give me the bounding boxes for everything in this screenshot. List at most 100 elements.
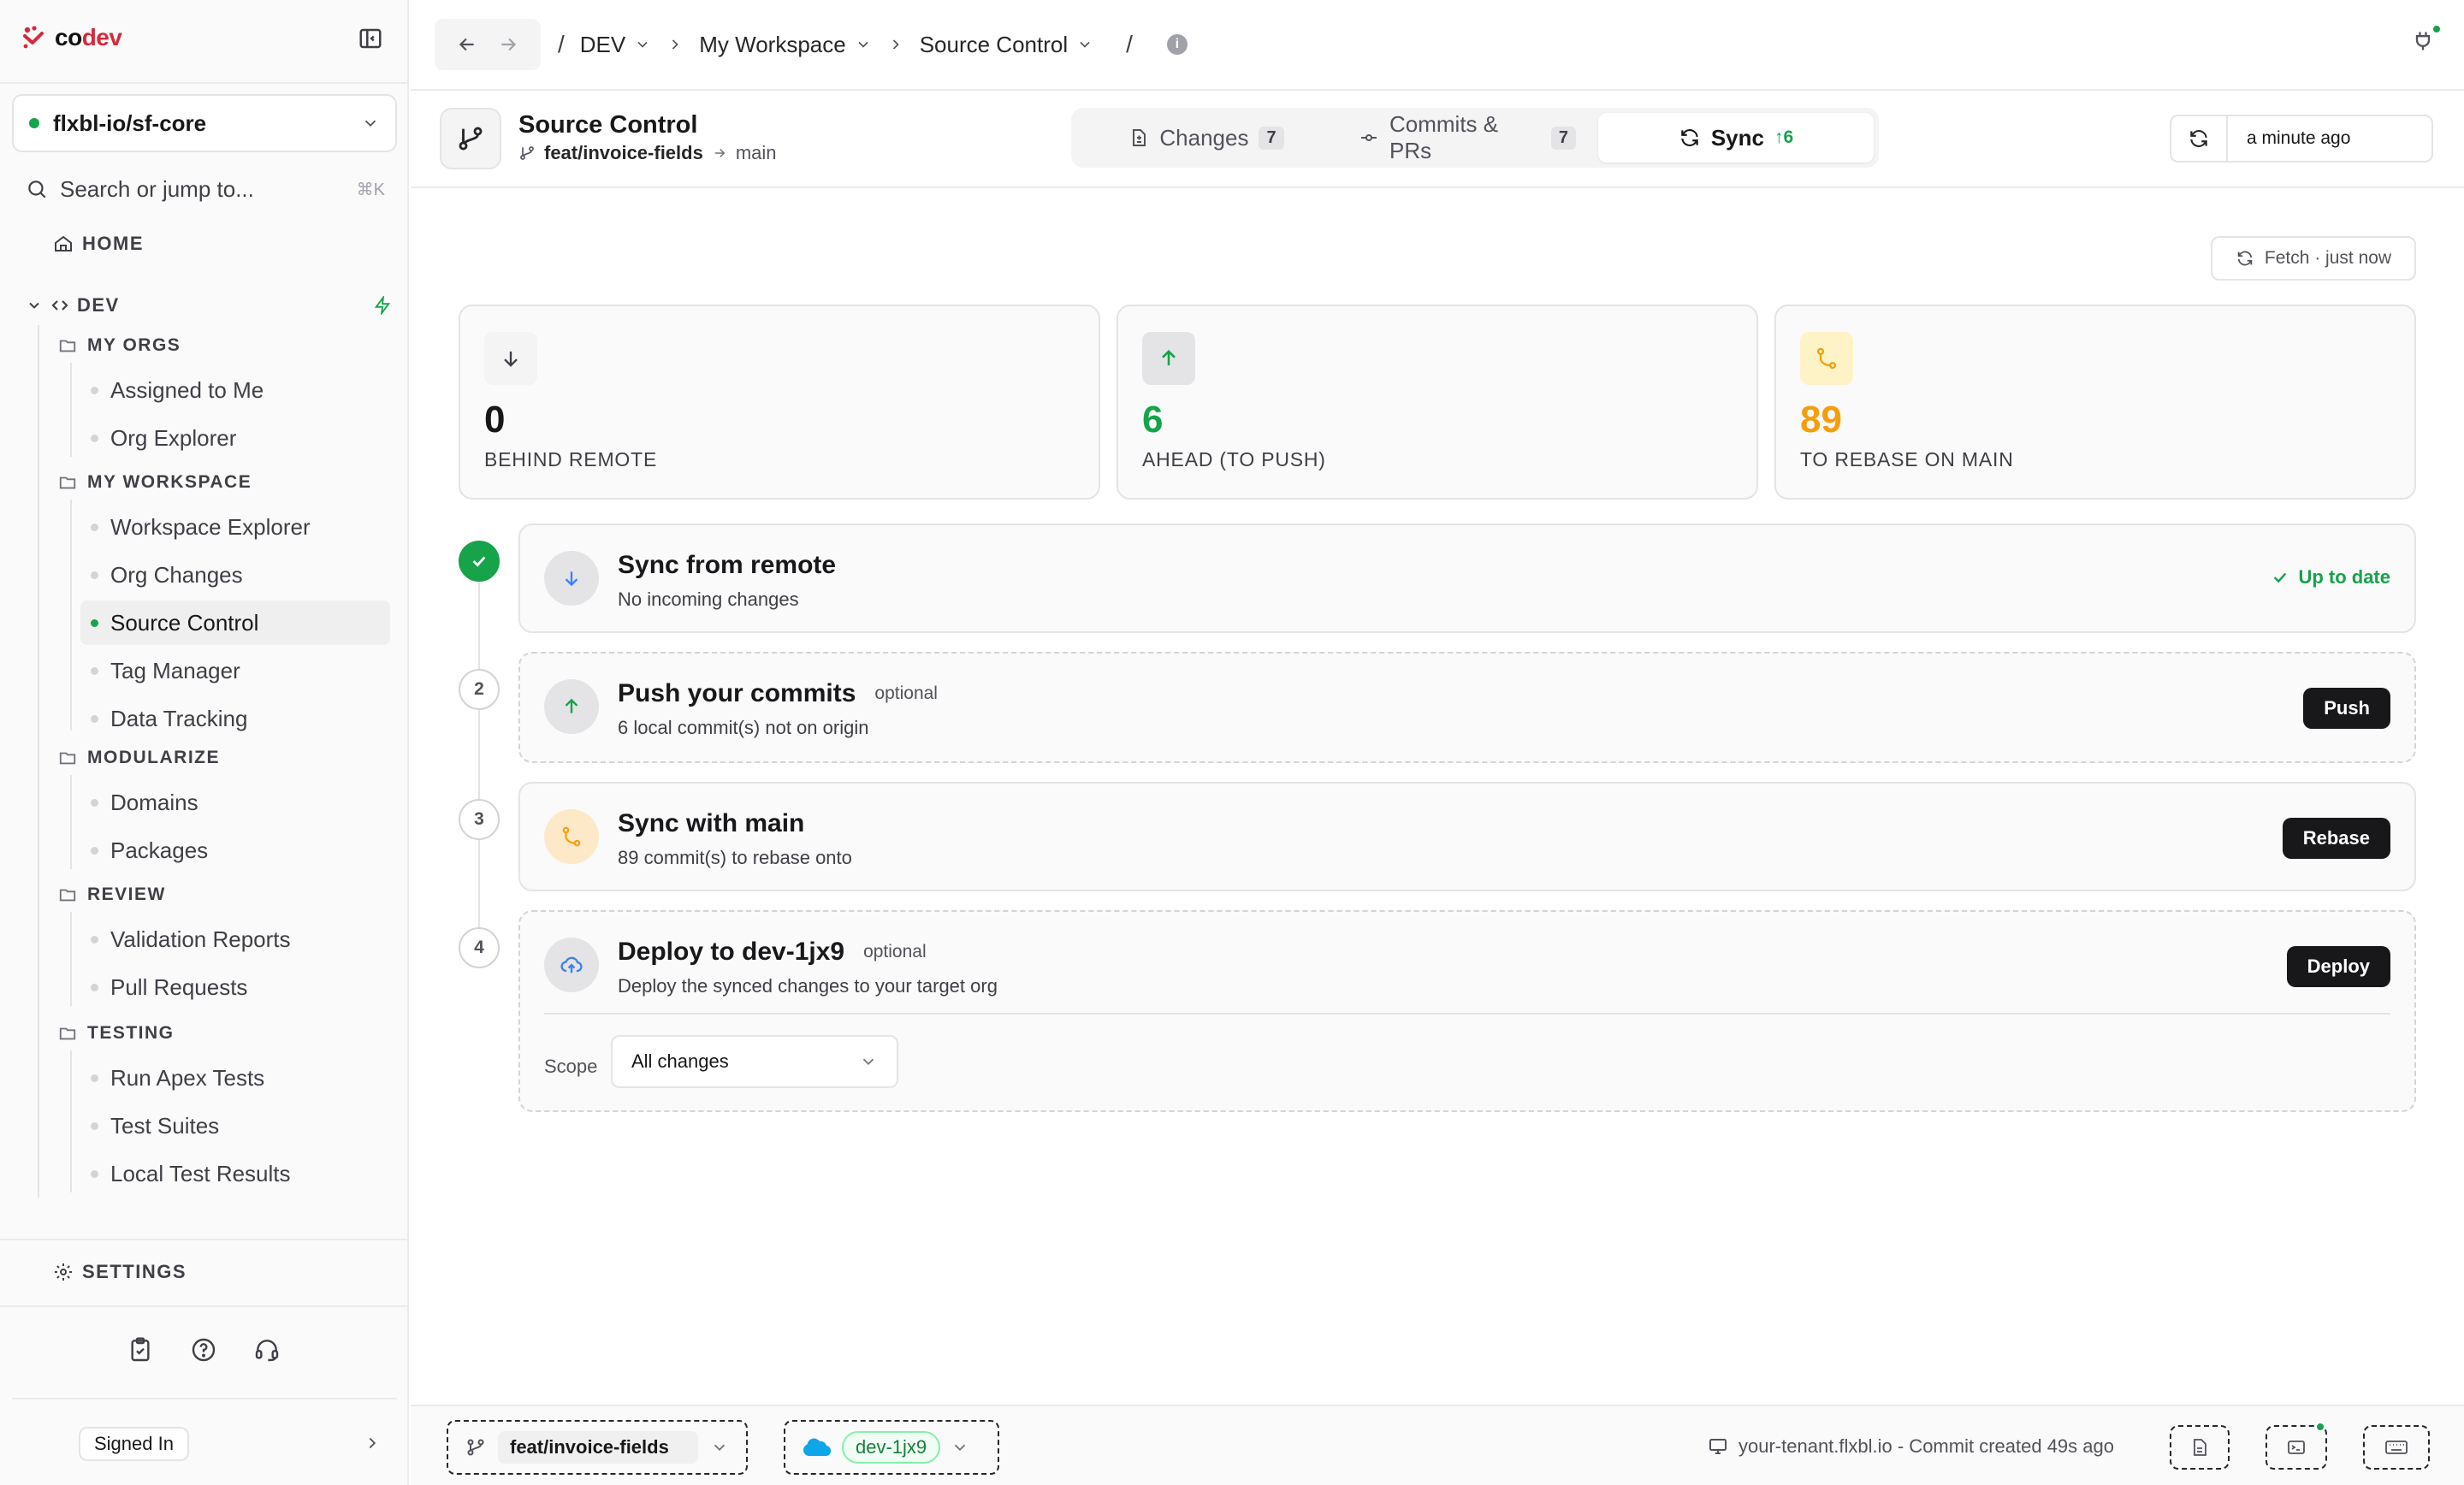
sidebar-item-packages[interactable]: Packages: [80, 828, 208, 873]
refresh-icon[interactable]: [2171, 116, 2228, 161]
org-switcher[interactable]: dev-1jx9: [784, 1420, 999, 1475]
tab-commits-prs[interactable]: Commits & PRs 7: [1336, 111, 1598, 163]
top-bar: / DEV My Workspace Source Control / i: [411, 0, 2464, 91]
optional-tag: optional: [874, 683, 938, 703]
chevron-right-icon[interactable]: [363, 1434, 382, 1452]
status-text: your-tenant.flxbl.io - Commit created 49…: [1738, 1435, 2114, 1457]
folder-icon: [58, 1024, 77, 1043]
search-input[interactable]: Search or jump to... ⌘K: [26, 171, 385, 207]
arrow-up-icon: [1142, 332, 1195, 385]
bullet: [91, 1074, 98, 1082]
refresh-control[interactable]: a minute ago: [2170, 115, 2433, 163]
chevron-down-icon: [951, 1438, 969, 1457]
terminal-status-dot: [2315, 1422, 2325, 1432]
codev-logo-icon: [22, 26, 44, 50]
sidebar-item-label: Validation Reports: [110, 926, 291, 952]
lightning-icon[interactable]: [373, 296, 392, 315]
timeline-connector: [478, 582, 480, 958]
sidebar-item-label: Test Suites: [110, 1112, 220, 1139]
target-branch: main: [735, 142, 777, 163]
sidebar-item-validation-reports[interactable]: Validation Reports: [80, 917, 291, 961]
git-branch-icon: [465, 1437, 486, 1458]
breadcrumb: / DEV My Workspace Source Control / i: [558, 26, 1188, 63]
sidebar-item-tag-manager[interactable]: Tag Manager: [80, 648, 240, 693]
nav-settings[interactable]: SETTINGS: [53, 1261, 187, 1283]
headset-icon[interactable]: [253, 1336, 281, 1364]
breadcrumb-slash: /: [1126, 31, 1133, 57]
nav-group-testing[interactable]: TESTING: [58, 1023, 175, 1044]
repo-selector[interactable]: flxbl-io/sf-core: [12, 94, 397, 152]
scope-select[interactable]: All changes: [611, 1035, 898, 1088]
sidebar-item-local-test-results[interactable]: Local Test Results: [80, 1151, 291, 1196]
chevron-right-icon: [666, 36, 684, 53]
sidebar-item-label: Local Test Results: [110, 1160, 291, 1186]
tab-label: Commits & PRs: [1389, 111, 1499, 163]
breadcrumb-label: My Workspace: [699, 31, 846, 57]
sidebar: codev flxbl-io/sf-core Search or jump to…: [0, 0, 409, 1485]
tab-changes[interactable]: Changes 7: [1076, 113, 1336, 163]
sidebar-item-run-apex-tests[interactable]: Run Apex Tests: [80, 1056, 264, 1100]
file-panel-button[interactable]: [2170, 1425, 2230, 1470]
nav-section-dev[interactable]: DEV: [26, 291, 392, 320]
nav-group-review[interactable]: REVIEW: [58, 884, 166, 905]
signed-in-badge[interactable]: Signed In: [79, 1427, 189, 1461]
tab-sync[interactable]: Sync ↑6: [1598, 113, 1874, 163]
stat-card-behind: 0 BEHIND REMOTE: [459, 305, 1100, 500]
fetch-button[interactable]: Fetch · just now: [2211, 236, 2416, 281]
connection-status-dot: [2431, 24, 2442, 34]
clipboard-icon[interactable]: [127, 1336, 154, 1364]
info-icon[interactable]: i: [1166, 34, 1188, 55]
keyboard-button[interactable]: [2363, 1425, 2430, 1470]
nav-home[interactable]: HOME: [53, 233, 144, 255]
last-refreshed: a minute ago: [2247, 128, 2351, 148]
sidebar-item-data-tracking[interactable]: Data Tracking: [80, 696, 247, 741]
step-title-text: Sync with main: [618, 809, 805, 837]
branch-switcher[interactable]: feat/invoice-fields: [447, 1420, 748, 1475]
step-title: Sync from remote: [618, 551, 836, 580]
breadcrumb-source-control[interactable]: Source Control: [920, 32, 1093, 58]
breadcrumb-label: Source Control: [919, 31, 1069, 57]
step-number-badge: 2: [459, 669, 500, 710]
arrow-down-icon: [484, 332, 537, 385]
bullet: [91, 846, 98, 855]
search-icon: [26, 178, 48, 200]
tree-guide: [70, 775, 72, 869]
nav-group-modularize[interactable]: MODULARIZE: [58, 748, 220, 768]
sidebar-item-domains[interactable]: Domains: [80, 780, 198, 825]
divider: [12, 1398, 397, 1399]
divider: [544, 1013, 2390, 1015]
stat-label: TO REBASE ON MAIN: [1800, 448, 2014, 470]
stat-value: 0: [484, 399, 506, 441]
sidebar-item-org-changes[interactable]: Org Changes: [80, 553, 243, 597]
sidebar-item-workspace-explorer[interactable]: Workspace Explorer: [80, 505, 311, 549]
nav-group-my-orgs[interactable]: MY ORGS: [58, 335, 181, 356]
settings-label: SETTINGS: [82, 1261, 187, 1282]
deploy-button[interactable]: Deploy: [2286, 946, 2390, 987]
rebase-button[interactable]: Rebase: [2282, 818, 2390, 859]
chevron-down-icon: [710, 1438, 729, 1457]
step-title: Deploy to dev-1jx9 optional: [618, 938, 927, 967]
sidebar-item-org-explorer[interactable]: Org Explorer: [80, 416, 236, 460]
back-arrow-icon[interactable]: [456, 33, 478, 56]
stat-card-rebase: 89 TO REBASE ON MAIN: [1774, 305, 2416, 500]
history-nav: [435, 19, 541, 70]
app-logo[interactable]: codev: [22, 24, 122, 51]
nav-section-label: DEV: [77, 294, 120, 316]
breadcrumb-dev[interactable]: DEV: [580, 32, 651, 58]
sidebar-item-test-suites[interactable]: Test Suites: [80, 1103, 219, 1148]
search-shortcut: ⌘K: [356, 180, 385, 199]
sidebar-item-pull-requests[interactable]: Pull Requests: [80, 965, 247, 1009]
sidebar-item-label: Workspace Explorer: [110, 513, 311, 540]
push-button[interactable]: Push: [2303, 688, 2390, 729]
breadcrumb-my-workspace[interactable]: My Workspace: [699, 32, 871, 58]
sidebar-item-assigned-to-me[interactable]: Assigned to Me: [80, 368, 264, 412]
nav-group-my-workspace[interactable]: MY WORKSPACE: [58, 472, 252, 493]
collapse-sidebar-icon[interactable]: [358, 26, 385, 53]
forward-arrow-icon[interactable]: [497, 33, 519, 56]
nav-group-label: MY ORGS: [87, 335, 181, 355]
sidebar-item-source-control[interactable]: Source Control: [80, 601, 390, 645]
help-icon[interactable]: [190, 1336, 217, 1364]
divider: [0, 1239, 409, 1240]
step-sync-from-remote: Sync from remote No incoming changes Up …: [518, 524, 2416, 633]
terminal-button[interactable]: [2266, 1425, 2327, 1470]
